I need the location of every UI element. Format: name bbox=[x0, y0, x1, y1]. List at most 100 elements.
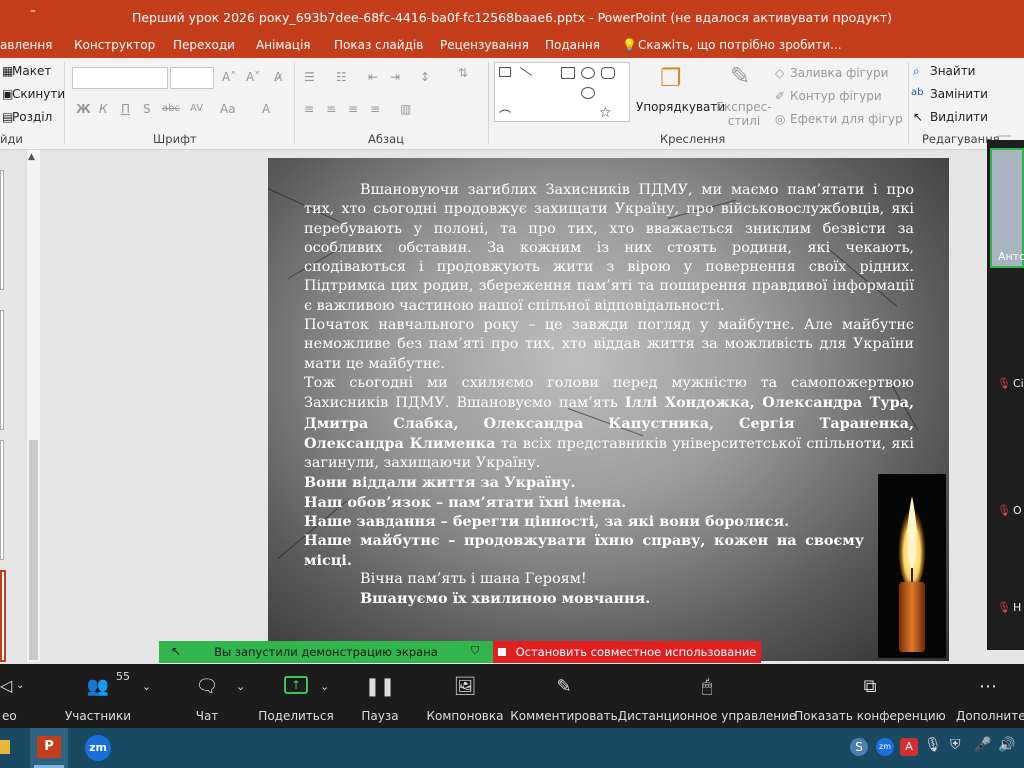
align-center-icon[interactable]: ≡ bbox=[326, 102, 336, 116]
circle-arrow-shape-icon[interactable] bbox=[581, 87, 595, 99]
participant-video[interactable]: Анто bbox=[990, 148, 1024, 268]
curve-shape-icon[interactable]: ⌒ bbox=[499, 107, 513, 123]
scroll-thumb[interactable] bbox=[29, 440, 38, 660]
section-button[interactable]: Розділ bbox=[12, 110, 52, 124]
char-spacing-button[interactable]: AV bbox=[190, 103, 203, 114]
italic-button[interactable]: К bbox=[99, 102, 108, 116]
file-explorer-icon[interactable] bbox=[0, 740, 10, 754]
tab-animations[interactable]: Анімація bbox=[256, 38, 311, 52]
show-meeting-button[interactable]: ⧉ Показать конференцию bbox=[794, 664, 946, 728]
pause-button[interactable]: ❚❚ Пауза bbox=[350, 664, 410, 728]
microphone-tray-icon[interactable]: 🎤 bbox=[974, 737, 991, 753]
zoom-app-icon[interactable]: zm bbox=[85, 735, 111, 761]
more-button[interactable]: ⋯ Дополнител bbox=[952, 664, 1024, 728]
windows-taskbar: P zm S zm A 🎙 ⛨ 🎤 🔊 bbox=[0, 728, 1024, 768]
chevron-down-icon[interactable]: ⌄ bbox=[142, 680, 151, 693]
align-right-icon[interactable]: ≡ bbox=[348, 102, 358, 116]
slides-group-label: йди bbox=[0, 132, 23, 146]
title-bar: ⁼ Перший урок 2026 року_693b7dee-68fc-44… bbox=[0, 0, 1024, 34]
layout-button[interactable]: Макет bbox=[12, 64, 51, 78]
pause-icon: ❚❚ bbox=[364, 676, 396, 697]
chevron-down-icon[interactable]: ⌄ bbox=[236, 680, 245, 693]
security-tray-icon[interactable]: ⛨ bbox=[950, 737, 961, 753]
shape-fill-button[interactable]: Заливка фігури bbox=[790, 66, 888, 80]
quick-styles-icon[interactable]: ✎ bbox=[730, 62, 750, 90]
line-shape-icon[interactable] bbox=[519, 67, 533, 76]
slide-thumbnail[interactable] bbox=[0, 170, 4, 290]
shield-icon[interactable]: ⛉ bbox=[471, 644, 479, 658]
bullets-icon[interactable]: ☰ bbox=[304, 70, 315, 84]
clear-format-icon[interactable]: A̷ bbox=[274, 70, 282, 84]
volume-tray-icon[interactable]: 🔊 bbox=[998, 737, 1015, 753]
textbox-shape-icon[interactable] bbox=[499, 67, 511, 77]
quick-styles-button[interactable]: Експрес-стилі bbox=[716, 100, 772, 128]
quick-access-icon[interactable]: ⁼ bbox=[30, 6, 36, 19]
arrange-icon[interactable]: ❐ bbox=[660, 64, 682, 92]
zoom-tray-icon[interactable]: zm bbox=[876, 738, 894, 756]
share-button[interactable]: ↑ Поделиться bbox=[258, 664, 334, 728]
video-button[interactable]: ◁ ⌄ ео bbox=[0, 664, 30, 728]
tab-review[interactable]: Рецензування bbox=[440, 38, 529, 52]
text-direction-icon[interactable]: ⇅ bbox=[458, 66, 468, 80]
bold-button[interactable]: Ж bbox=[76, 102, 91, 116]
slide-thumbnail[interactable] bbox=[0, 440, 4, 560]
participants-button[interactable]: 👥 55 Участники bbox=[58, 664, 138, 728]
shadow-button[interactable]: S bbox=[143, 102, 151, 116]
chat-button[interactable]: 🗨 Чат bbox=[180, 664, 234, 728]
remote-control-button[interactable]: 🖱 Дистанционное управление bbox=[618, 664, 797, 728]
columns-icon[interactable]: ▥ bbox=[400, 102, 411, 116]
font-name-box[interactable] bbox=[72, 67, 168, 89]
reset-button[interactable]: Скинути bbox=[12, 87, 65, 101]
strikethrough-button[interactable]: abc bbox=[162, 103, 180, 114]
paragraph-3: Тож сьогодні ми схиляємо голови перед му… bbox=[304, 374, 914, 473]
tell-me-box[interactable]: Скажіть, що потрібно зробити... bbox=[638, 38, 842, 52]
thumbnail-scrollbar[interactable]: ▲ bbox=[26, 150, 40, 662]
participant-name: Анто bbox=[998, 250, 1024, 263]
decrease-indent-icon[interactable]: ⇤ bbox=[368, 70, 378, 84]
increase-indent-icon[interactable]: ⇥ bbox=[390, 70, 400, 84]
tab-slideshow[interactable]: Показ слайдів bbox=[334, 38, 423, 52]
annotate-button[interactable]: ✎ Комментировать bbox=[510, 664, 617, 728]
rounded-rect-shape-icon[interactable] bbox=[601, 67, 615, 79]
stop-share-button[interactable]: Остановить совместное использование bbox=[493, 641, 761, 663]
slide-thumbnail[interactable] bbox=[0, 310, 4, 430]
tab-design[interactable]: Конструктор bbox=[74, 38, 155, 52]
muted-mic-tray-icon[interactable]: 🎙 bbox=[924, 737, 942, 753]
find-button[interactable]: Знайти bbox=[930, 64, 975, 78]
underline-button[interactable]: П bbox=[121, 102, 130, 116]
shape-outline-button[interactable]: Контур фігури bbox=[790, 89, 882, 103]
slide-text-box[interactable]: Вшановуючи загиблих Захисників ПДМУ, ми … bbox=[304, 181, 914, 609]
slide-canvas[interactable]: Вшановуючи загиблих Захисників ПДМУ, ми … bbox=[268, 158, 949, 661]
minimize-icon[interactable] bbox=[999, 135, 1011, 137]
shapes-gallery[interactable]: ⌒ ☆ bbox=[494, 62, 630, 123]
rectangle-shape-icon[interactable] bbox=[561, 67, 575, 79]
tab-transitions[interactable]: Переходи bbox=[173, 38, 235, 52]
replace-button[interactable]: Замінити bbox=[930, 87, 988, 101]
oval-shape-icon[interactable] bbox=[581, 67, 595, 79]
font-size-box[interactable] bbox=[170, 67, 214, 89]
line-spacing-icon[interactable]: ↕ bbox=[420, 70, 430, 84]
share-pin-icon[interactable]: ↖ bbox=[171, 644, 181, 658]
powerpoint-taskbar-button[interactable]: P bbox=[30, 728, 68, 768]
slide-thumbnail-selected[interactable] bbox=[0, 570, 6, 662]
chevron-down-icon[interactable]: ⌄ bbox=[320, 680, 329, 693]
chevron-down-icon[interactable]: ⌄ bbox=[16, 680, 24, 691]
justify-icon[interactable]: ≡ bbox=[370, 102, 380, 116]
font-color-button[interactable]: A bbox=[262, 102, 270, 116]
tab-view[interactable]: Подання bbox=[545, 38, 600, 52]
select-button[interactable]: Виділити bbox=[930, 110, 988, 124]
more-icon: ⋯ bbox=[979, 676, 997, 697]
skype-tray-icon[interactable]: S bbox=[850, 738, 868, 756]
shape-effects-button[interactable]: Ефекти для фігур bbox=[790, 112, 903, 126]
arrange-button[interactable]: Упорядкувати bbox=[636, 100, 725, 114]
tab-view-partial[interactable]: авлення bbox=[0, 38, 52, 52]
shrink-font-icon[interactable]: A˅ bbox=[246, 70, 260, 84]
grow-font-icon[interactable]: A˄ bbox=[222, 70, 236, 84]
layout-button[interactable]: 🖼 Компоновка bbox=[425, 664, 505, 728]
change-case-button[interactable]: Aa bbox=[220, 102, 236, 116]
star-shape-icon[interactable]: ☆ bbox=[599, 105, 613, 121]
align-left-icon[interactable]: ≡ bbox=[304, 102, 314, 116]
acrobat-tray-icon[interactable]: A bbox=[900, 738, 918, 756]
numbering-icon[interactable]: ☷ bbox=[336, 70, 347, 84]
scroll-up-icon[interactable]: ▲ bbox=[28, 152, 35, 162]
